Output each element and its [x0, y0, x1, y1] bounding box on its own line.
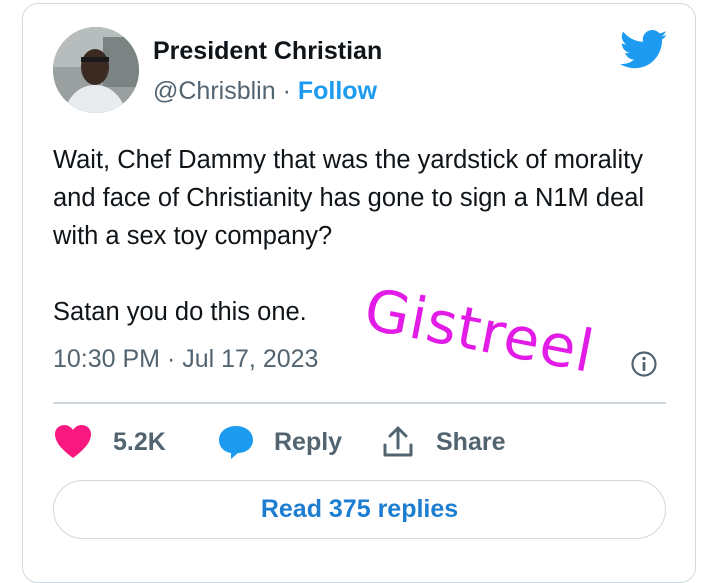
share-label: Share	[436, 427, 506, 456]
author-avatar[interactable]	[53, 27, 139, 113]
reply-button[interactable]: Reply	[217, 420, 342, 464]
tweet-paragraph: Wait, Chef Dammy that was the yardstick …	[53, 146, 645, 250]
author-handle[interactable]: @Chrisblin	[153, 77, 276, 105]
follow-link[interactable]: Follow	[298, 77, 377, 105]
info-icon[interactable]	[630, 350, 658, 378]
share-icon	[383, 426, 413, 457]
like-count: 5.2K	[113, 427, 166, 456]
reply-bubble-icon	[219, 426, 253, 459]
tweet-timestamp[interactable]: 10:30 PM · Jul 17, 2023	[53, 345, 318, 374]
reply-label: Reply	[274, 427, 343, 456]
author-name[interactable]: President Christian	[153, 37, 382, 66]
heart-icon	[55, 425, 91, 458]
read-replies-button[interactable]: Read 375 replies	[53, 480, 666, 539]
like-button[interactable]: 5.2K	[53, 420, 166, 464]
twitter-bird-icon[interactable]	[620, 30, 668, 70]
divider	[53, 402, 666, 404]
handle-separator: ·	[275, 77, 298, 105]
share-button[interactable]: Share	[381, 420, 505, 464]
handle-row: @Chrisblin · Follow	[153, 77, 377, 106]
